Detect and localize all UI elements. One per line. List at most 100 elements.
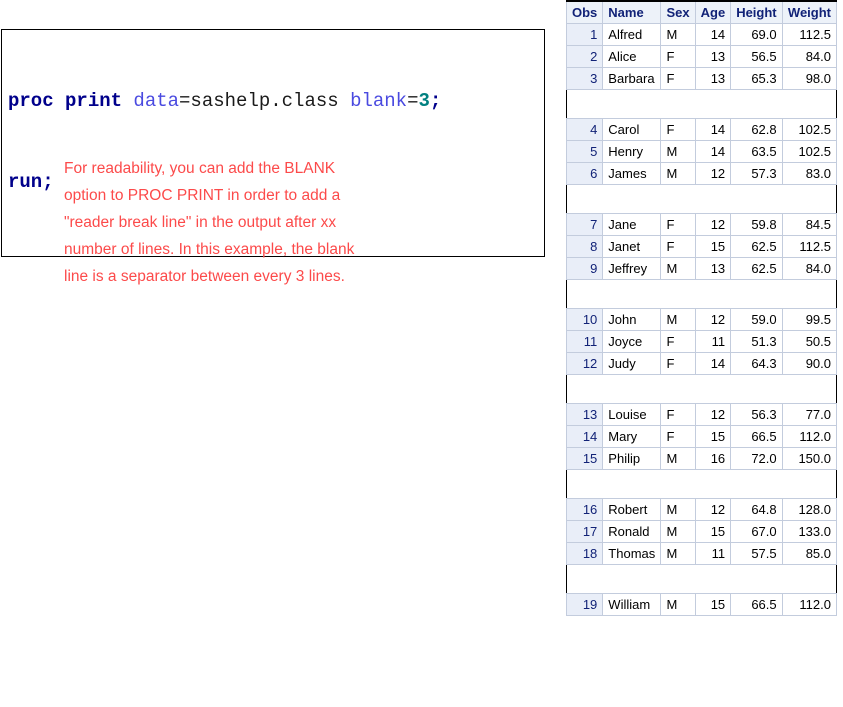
blank-separator-cell [566,564,837,594]
cell-weight: 77.0 [781,403,838,426]
cell-sex: F [660,425,696,448]
cell-weight: 112.0 [781,593,838,616]
table-row: 9 Jeffrey M 13 62.5 84.0 [565,257,838,280]
cell-sex: M [660,308,696,331]
cell-height: 66.5 [730,425,783,448]
cell-obs: 9 [565,257,604,280]
table-row: 18 Thomas M 11 57.5 85.0 [565,542,838,565]
column-header-weight: Weight [781,1,838,24]
cell-sex: F [660,45,696,68]
cell-age: 15 [694,235,732,258]
cell-weight: 98.0 [781,67,838,90]
cell-obs: 8 [565,235,604,258]
cell-age: 15 [694,593,732,616]
cell-height: 64.8 [730,498,783,521]
cell-sex: M [660,23,696,46]
cell-height: 65.3 [730,67,783,90]
cell-name: Janet [602,235,662,258]
blank-separator-row [566,564,837,594]
column-header-age: Age [694,1,732,24]
cell-sex: M [660,257,696,280]
table-row: 12 Judy F 14 64.3 90.0 [565,352,838,375]
cell-weight: 85.0 [781,542,838,565]
code-token-kw: proc print [8,90,134,112]
cell-height: 56.5 [730,45,783,68]
cell-name: Alice [602,45,662,68]
table-row: 13 Louise F 12 56.3 77.0 [565,403,838,426]
blank-separator-cell [566,279,837,309]
cell-age: 15 [694,425,732,448]
cell-weight: 83.0 [781,162,838,185]
cell-obs: 18 [565,542,604,565]
cell-height: 64.3 [730,352,783,375]
cell-height: 67.0 [730,520,783,543]
cell-age: 14 [694,140,732,163]
cell-obs: 2 [565,45,604,68]
cell-obs: 7 [565,213,604,236]
cell-height: 63.5 [730,140,783,163]
cell-height: 57.5 [730,542,783,565]
annotation-line: option to PROC PRINT in order to add a [64,187,341,204]
cell-height: 62.5 [730,257,783,280]
cell-weight: 102.5 [781,140,838,163]
table-row: 17 Ronald M 15 67.0 133.0 [565,520,838,543]
cell-obs: 17 [565,520,604,543]
blank-separator-row [566,469,837,499]
code-token-opt: data [133,90,180,112]
cell-height: 51.3 [730,330,783,353]
table-header-row: Obs Name Sex Age Height Weight [565,1,838,24]
cell-name: Jeffrey [602,257,662,280]
cell-weight: 84.0 [781,257,838,280]
cell-sex: M [660,140,696,163]
cell-sex: F [660,67,696,90]
sas-proc-print-output: Obs Name Sex Age Height Weight 1 Alfred M 1… [565,0,838,616]
cell-age: 13 [694,45,732,68]
table-row: 11 Joyce F 11 51.3 50.5 [565,330,838,353]
cell-height: 69.0 [730,23,783,46]
left-pane: proc print data=sashelp.class blank=3; r… [0,0,560,707]
cell-weight: 102.5 [781,118,838,141]
cell-weight: 99.5 [781,308,838,331]
cell-name: Philip [602,447,662,470]
cell-age: 14 [694,118,732,141]
cell-obs: 13 [565,403,604,426]
cell-sex: M [660,162,696,185]
code-token-plain: =sashelp.class [179,90,351,112]
cell-age: 12 [694,403,732,426]
cell-age: 12 [694,308,732,331]
cell-weight: 84.5 [781,213,838,236]
cell-name: Robert [602,498,662,521]
cell-height: 59.0 [730,308,783,331]
table-row: 16 Robert M 12 64.8 128.0 [565,498,838,521]
cell-name: Louise [602,403,662,426]
code-token-plain: = [407,90,419,112]
table-row: 14 Mary F 15 66.5 112.0 [565,425,838,448]
cell-age: 15 [694,520,732,543]
cell-height: 72.0 [730,447,783,470]
cell-height: 57.3 [730,162,783,185]
cell-age: 13 [694,67,732,90]
annotation-line: For readability, you can add the BLANK [64,160,336,177]
code-token-kw: run [8,171,43,193]
cell-name: Ronald [602,520,662,543]
cell-sex: M [660,498,696,521]
cell-obs: 19 [565,593,604,616]
code-token-punct: ; [429,90,442,112]
table-row: 4 Carol F 14 62.8 102.5 [565,118,838,141]
table-row: 1 Alfred M 14 69.0 112.5 [565,23,838,46]
table-row: 2 Alice F 13 56.5 84.0 [565,45,838,68]
code-token-punct: ; [42,171,54,193]
cell-height: 62.5 [730,235,783,258]
cell-name: William [602,593,662,616]
cell-sex: M [660,593,696,616]
cell-weight: 150.0 [781,447,838,470]
cell-name: James [602,162,662,185]
cell-name: Mary [602,425,662,448]
cell-obs: 4 [565,118,604,141]
blank-separator-cell [566,184,837,214]
table-row: 19 William M 15 66.5 112.0 [565,593,838,616]
cell-obs: 16 [565,498,604,521]
cell-name: Joyce [602,330,662,353]
cell-sex: F [660,213,696,236]
class-data-table: Obs Name Sex Age Height Weight 1 Alfred M 1… [565,0,838,616]
